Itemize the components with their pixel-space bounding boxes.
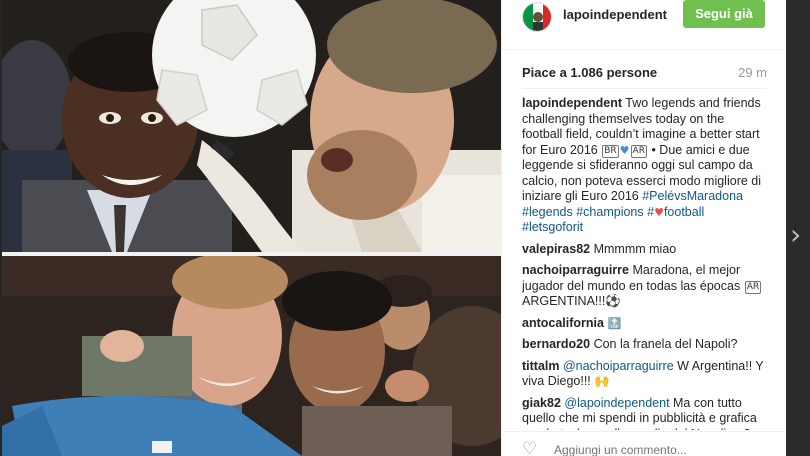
hashtag-letsgoforit[interactable]: #letsgoforit [522,220,583,234]
likes-row: Piace a 1.086 persone 29 m [522,65,767,81]
red-heart-icon: ♥ [654,205,664,219]
follow-button[interactable]: Segui già [683,0,765,28]
post-sidebar: lapoindependent Segui già Piace a 1.086 … [501,0,787,456]
comment-mention[interactable]: @nachoiparraguirre [563,359,674,373]
photo-bottom-illustration [2,256,501,456]
photo-bottom-maradona-shirt [2,256,501,456]
caption-author[interactable]: lapoindependent [522,96,622,110]
hashtag-football[interactable]: #♥football [647,205,704,219]
chevron-right-icon[interactable]: › [790,221,808,249]
photo-top-illustration [2,0,501,252]
hashtag-pelevsmaradona[interactable]: #PelévsMaradona [642,189,743,203]
comment-item: antocalifornia 🔝 [522,316,767,332]
flag-ar-icon: AR [744,280,762,294]
caption: lapoindependent Two legends and friends … [522,96,767,236]
post-username[interactable]: lapoindependent [563,7,667,22]
photo-top-pele-ball [2,0,501,252]
hashtag-legends[interactable]: #legends [522,205,573,219]
post-header: lapoindependent Segui già [502,0,787,50]
comment-text: Con la franela del Napoli? [593,337,738,351]
comment-item: nachoiparraguirre Maradona, el mejor jug… [522,263,767,310]
likes-count[interactable]: Piace a 1.086 persone [522,65,657,80]
hashtag-football-text: football [663,204,705,219]
post-time[interactable]: 29 m [738,65,767,80]
comment-footer: ♡ [502,431,787,456]
comment-mention[interactable]: @lapoindependent [564,396,669,410]
divider [522,88,767,89]
comment-item: bernardo20 Con la franela del Napoli? [522,337,767,353]
comment-author[interactable]: giak82 [522,396,561,410]
flag-ar-icon: AR [630,144,647,158]
avatar-flag-icon [523,3,551,31]
comment-input[interactable] [554,442,764,456]
heart-icon[interactable]: ♡ [522,440,542,456]
comment-author[interactable]: bernardo20 [522,337,590,351]
post-photo [2,0,501,456]
comment-item: valepiras82 Mmmmm miao [522,242,767,258]
comments-list: lapoindependent Two legends and friends … [522,96,767,430]
comment-author[interactable]: valepiras82 [522,242,590,256]
comment-author[interactable]: tittalm [522,359,560,373]
top-arrow-icon: 🔝 [607,316,622,330]
comment-text: Mmmmm miao [593,241,677,256]
blue-heart-icon: ♥ [619,143,630,157]
avatar[interactable] [522,2,552,32]
comment-text-after: ARGENTINA!!!⚽ [522,294,621,308]
comment-item: giak82 @lapoindependent Ma con tutto que… [522,396,767,431]
comment-item: tittalm @nachoiparraguirre W Argentina!!… [522,359,767,390]
comment-author[interactable]: antocalifornia [522,316,604,330]
flag-br-icon: BR [602,144,619,158]
comment-author[interactable]: nachoiparraguirre [522,263,629,277]
hashtag-champions[interactable]: #champions [576,205,643,219]
